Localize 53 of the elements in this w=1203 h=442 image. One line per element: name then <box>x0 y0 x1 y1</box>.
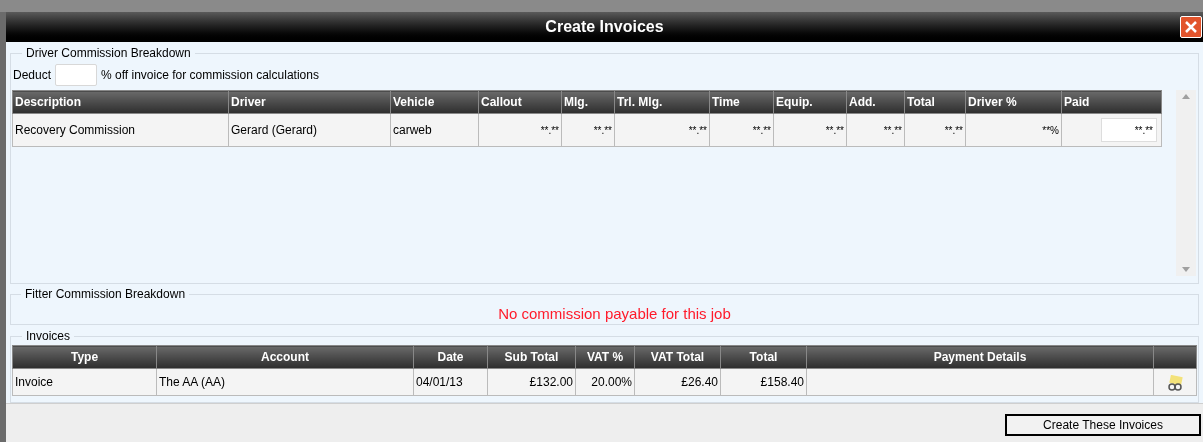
table-cell: 04/01/13 <box>413 368 488 396</box>
column-header: Account <box>156 345 414 369</box>
column-header: Paid <box>1061 90 1162 114</box>
window-title: Create Invoices <box>545 17 664 37</box>
table-cell: Invoice <box>12 368 157 396</box>
create-invoices-button[interactable]: Create These Invoices <box>1005 414 1201 436</box>
close-icon <box>1184 20 1198 34</box>
deduct-label: Deduct <box>13 67 52 84</box>
table-cell: The AA (AA) <box>156 368 414 396</box>
column-header: Driver <box>228 90 391 114</box>
section-legend: Driver Commission Breakdown <box>22 44 195 62</box>
column-header: Total <box>904 90 966 114</box>
deduct-suffix: % off invoice for commission calculations <box>101 67 319 84</box>
column-header: Vehicle <box>390 90 479 114</box>
table-cell: **.** <box>709 113 774 147</box>
scroll-up-icon[interactable] <box>1182 94 1190 99</box>
column-header: Trl. Mlg. <box>614 90 710 114</box>
column-header: Payment Details <box>806 345 1154 369</box>
section-legend: Invoices <box>22 327 75 345</box>
column-header: Type <box>12 345 157 369</box>
no-commission-message: No commission payable for this job <box>497 304 732 324</box>
column-header: Description <box>12 90 229 114</box>
table-cell: **% <box>965 113 1062 147</box>
table-cell: **.** <box>561 113 615 147</box>
table-cell: carweb <box>390 113 479 147</box>
column-header: Callout <box>478 90 562 114</box>
section-legend: Fitter Commission Breakdown <box>21 285 190 303</box>
notes-glasses-icon[interactable] <box>1166 374 1184 391</box>
table-cell: **.** <box>614 113 710 147</box>
close-button[interactable] <box>1180 16 1202 38</box>
column-header: Total <box>720 345 807 369</box>
table-cell: £26.40 <box>634 368 721 396</box>
column-header: Time <box>709 90 774 114</box>
column-header: Add. <box>846 90 905 114</box>
column-header: Mlg. <box>561 90 615 114</box>
table-cell: **.** <box>904 113 966 147</box>
column-header: VAT Total <box>634 345 721 369</box>
column-header: Sub Total <box>487 345 576 369</box>
scroll-down-icon[interactable] <box>1182 267 1190 272</box>
table-cell: Gerard (Gerard) <box>228 113 391 147</box>
column-header: Date <box>413 345 488 369</box>
table-cell: **.** <box>846 113 905 147</box>
column-header: Equip. <box>773 90 847 114</box>
column-header: VAT % <box>575 345 635 369</box>
table-cell: **.** <box>478 113 562 147</box>
scrollbar[interactable] <box>1176 90 1196 276</box>
table-cell: **.** <box>773 113 847 147</box>
table-cell: £132.00 <box>487 368 576 396</box>
deduct-input[interactable] <box>55 64 98 86</box>
paid-input[interactable]: **.** <box>1101 118 1157 142</box>
table-cell: Recovery Commission <box>12 113 229 147</box>
column-header: Driver % <box>965 90 1062 114</box>
table-cell: £158.40 <box>720 368 807 396</box>
